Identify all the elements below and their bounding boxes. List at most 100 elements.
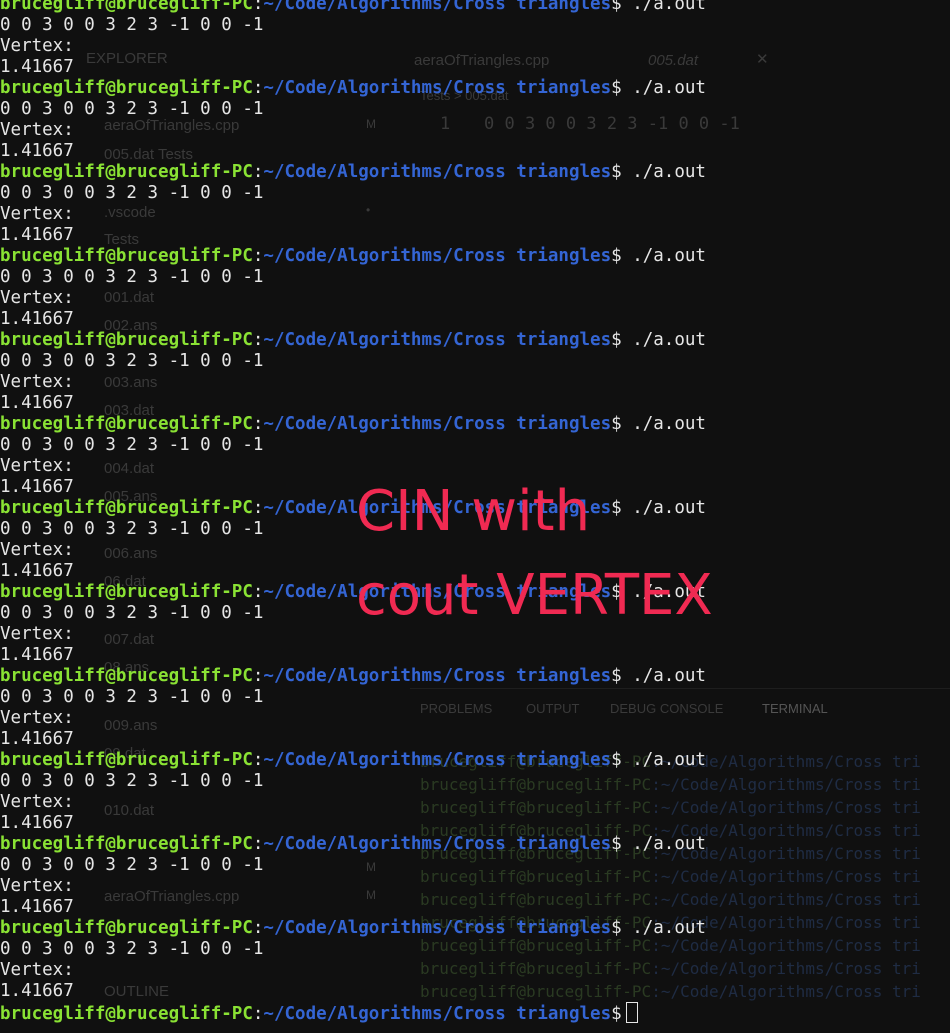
command-text: ./a.out	[621, 498, 706, 518]
command-text: ./a.out	[621, 750, 706, 770]
vertex-value-line: 1.41667	[0, 645, 74, 665]
vertex-label-line: Vertex:	[0, 36, 74, 56]
vertex-value-line: 1.41667	[0, 141, 74, 161]
vertex-label-line: Vertex:	[0, 876, 74, 896]
prompt-line: brucegliff@brucegliff-PC:~/Code/Algorith…	[0, 414, 706, 434]
prompt-line: brucegliff@brucegliff-PC:~/Code/Algorith…	[0, 918, 706, 938]
command-text: ./a.out	[621, 78, 706, 98]
input-echo-line: 0 0 3 0 0 3 2 3 -1 0 0 -1	[0, 267, 264, 287]
prompt-line: brucegliff@brucegliff-PC:~/Code/Algorith…	[0, 750, 706, 770]
prompt-line: brucegliff@brucegliff-PC:~/Code/Algorith…	[0, 246, 706, 266]
command-text: ./a.out	[621, 330, 706, 350]
vertex-value-line: 1.41667	[0, 57, 74, 77]
prompt-path: ~/Code/Algorithms/Cross triangles	[263, 750, 612, 770]
prompt-path: ~/Code/Algorithms/Cross triangles	[263, 498, 612, 518]
input-echo-line: 0 0 3 0 0 3 2 3 -1 0 0 -1	[0, 351, 264, 371]
input-echo-line: 0 0 3 0 0 3 2 3 -1 0 0 -1	[0, 99, 264, 119]
vertex-value-line: 1.41667	[0, 729, 74, 749]
prompt-user: brucegliff@brucegliff-PC	[0, 750, 253, 770]
command-text: ./a.out	[621, 918, 706, 938]
vertex-label-line: Vertex:	[0, 708, 74, 728]
vertex-label-line: Vertex:	[0, 120, 74, 140]
vertex-label-line: Vertex:	[0, 792, 74, 812]
vertex-value-line: 1.41667	[0, 225, 74, 245]
prompt-user: brucegliff@brucegliff-PC	[0, 330, 253, 350]
terminal-run: brucegliff@brucegliff-PC:~/Code/Algorith…	[0, 666, 950, 750]
prompt-path: ~/Code/Algorithms/Cross triangles	[263, 582, 612, 602]
vertex-label-line: Vertex:	[0, 288, 74, 308]
prompt-user: brucegliff@brucegliff-PC	[0, 1004, 253, 1023]
vertex-label-line: Vertex:	[0, 960, 74, 980]
final-prompt-line[interactable]: brucegliff@brucegliff-PC:~/Code/Algorith…	[0, 1002, 950, 1023]
terminal-run: brucegliff@brucegliff-PC:~/Code/Algorith…	[0, 582, 950, 666]
prompt-line: brucegliff@brucegliff-PC:~/Code/Algorith…	[0, 666, 706, 686]
terminal-output[interactable]: brucegliff@brucegliff-PC:~/Code/Algorith…	[0, 0, 950, 1023]
input-echo-line: 0 0 3 0 0 3 2 3 -1 0 0 -1	[0, 15, 264, 35]
prompt-line: brucegliff@brucegliff-PC:~/Code/Algorith…	[0, 498, 706, 518]
vertex-value-line: 1.41667	[0, 981, 74, 1001]
prompt-path: ~/Code/Algorithms/Cross triangles	[263, 78, 612, 98]
prompt-line: brucegliff@brucegliff-PC:~/Code/Algorith…	[0, 582, 706, 602]
input-echo-line: 0 0 3 0 0 3 2 3 -1 0 0 -1	[0, 939, 264, 959]
vertex-value-line: 1.41667	[0, 393, 74, 413]
screen: EXPLORER aeraOfTriangles.cpp 005.dat ✕ T…	[0, 0, 950, 1033]
prompt-user: brucegliff@brucegliff-PC	[0, 246, 253, 266]
prompt-user: brucegliff@brucegliff-PC	[0, 582, 253, 602]
vertex-value-line: 1.41667	[0, 561, 74, 581]
prompt-user: brucegliff@brucegliff-PC	[0, 414, 253, 434]
command-text: ./a.out	[621, 582, 706, 602]
prompt-user: brucegliff@brucegliff-PC	[0, 0, 253, 14]
terminal-run: brucegliff@brucegliff-PC:~/Code/Algorith…	[0, 414, 950, 498]
prompt-path: ~/Code/Algorithms/Cross triangles	[263, 162, 612, 182]
prompt-line: brucegliff@brucegliff-PC:~/Code/Algorith…	[0, 0, 950, 15]
input-echo-line: 0 0 3 0 0 3 2 3 -1 0 0 -1	[0, 435, 264, 455]
command-text: ./a.out	[621, 162, 706, 182]
vertex-value-line: 1.41667	[0, 897, 74, 917]
prompt-path: ~/Code/Algorithms/Cross triangles	[263, 834, 612, 854]
vertex-label-line: Vertex:	[0, 456, 74, 476]
command-text: ./a.out	[621, 0, 706, 14]
input-echo-line: 0 0 3 0 0 3 2 3 -1 0 0 -1	[0, 183, 264, 203]
terminal-cursor[interactable]	[625, 1002, 638, 1023]
command-text: ./a.out	[621, 666, 706, 686]
prompt-line: brucegliff@brucegliff-PC:~/Code/Algorith…	[0, 834, 706, 854]
terminal-run: brucegliff@brucegliff-PC:~/Code/Algorith…	[0, 246, 950, 330]
prompt-path: ~/Code/Algorithms/Cross triangles	[263, 414, 612, 434]
prompt-path: ~/Code/Algorithms/Cross triangles	[263, 918, 612, 938]
vertex-label-line: Vertex:	[0, 624, 74, 644]
prompt-user: brucegliff@brucegliff-PC	[0, 78, 253, 98]
input-echo-line: 0 0 3 0 0 3 2 3 -1 0 0 -1	[0, 519, 264, 539]
prompt-user: brucegliff@brucegliff-PC	[0, 666, 253, 686]
prompt-path: ~/Code/Algorithms/Cross triangles	[263, 1004, 612, 1023]
vertex-value-line: 1.41667	[0, 309, 74, 329]
command-text: ./a.out	[621, 834, 706, 854]
terminal-run: brucegliff@brucegliff-PC:~/Code/Algorith…	[0, 78, 950, 162]
vertex-label-line: Vertex:	[0, 204, 74, 224]
input-echo-line: 0 0 3 0 0 3 2 3 -1 0 0 -1	[0, 687, 264, 707]
prompt-path: ~/Code/Algorithms/Cross triangles	[263, 0, 612, 14]
prompt-line: brucegliff@brucegliff-PC:~/Code/Algorith…	[0, 78, 706, 98]
vertex-value-line: 1.41667	[0, 477, 74, 497]
input-echo-line: 0 0 3 0 0 3 2 3 -1 0 0 -1	[0, 603, 264, 623]
prompt-path: ~/Code/Algorithms/Cross triangles	[263, 330, 612, 350]
input-echo-line: 0 0 3 0 0 3 2 3 -1 0 0 -1	[0, 855, 264, 875]
terminal-run: brucegliff@brucegliff-PC:~/Code/Algorith…	[0, 498, 950, 582]
prompt-user: brucegliff@brucegliff-PC	[0, 162, 253, 182]
prompt-user: brucegliff@brucegliff-PC	[0, 834, 253, 854]
prompt-line: brucegliff@brucegliff-PC:~/Code/Algorith…	[0, 330, 706, 350]
terminal-run: brucegliff@brucegliff-PC:~/Code/Algorith…	[0, 918, 950, 1002]
vertex-label-line: Vertex:	[0, 372, 74, 392]
command-text: ./a.out	[621, 414, 706, 434]
terminal-run: brucegliff@brucegliff-PC:~/Code/Algorith…	[0, 162, 950, 246]
prompt-path: ~/Code/Algorithms/Cross triangles	[263, 666, 612, 686]
prompt-user: brucegliff@brucegliff-PC	[0, 918, 253, 938]
prompt-path: ~/Code/Algorithms/Cross triangles	[263, 246, 612, 266]
terminal-run: brucegliff@brucegliff-PC:~/Code/Algorith…	[0, 834, 950, 918]
input-echo-line: 0 0 3 0 0 3 2 3 -1 0 0 -1	[0, 771, 264, 791]
vertex-value-line: 1.41667	[0, 813, 74, 833]
terminal-runs: brucegliff@brucegliff-PC:~/Code/Algorith…	[0, 0, 950, 1002]
vertex-label-line: Vertex:	[0, 540, 74, 560]
terminal-run: brucegliff@brucegliff-PC:~/Code/Algorith…	[0, 330, 950, 414]
prompt-line: brucegliff@brucegliff-PC:~/Code/Algorith…	[0, 162, 706, 182]
command-text: ./a.out	[621, 246, 706, 266]
